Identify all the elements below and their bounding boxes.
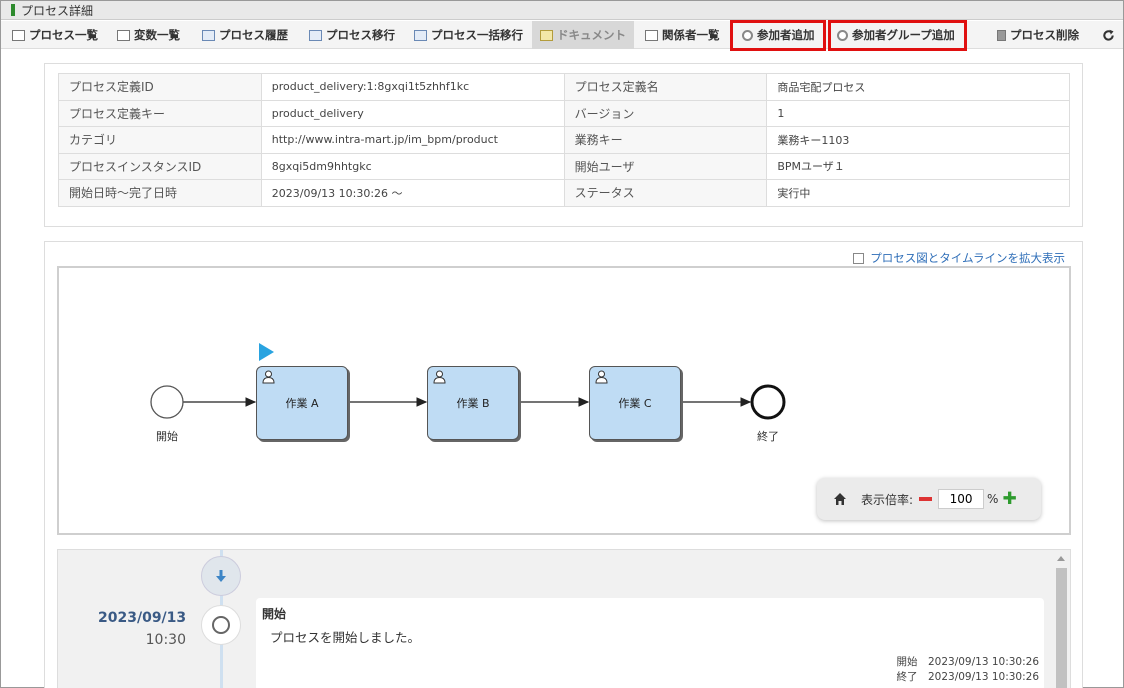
timeline-scroll-down-button[interactable] — [201, 556, 241, 596]
info-row: カテゴリ http://www.intra-mart.jp/im_bpm/prod… — [58, 126, 1070, 154]
variables-list-label: 変数一覧 — [134, 28, 180, 42]
expand-link-label: プロセス図とタイムラインを拡大表示 — [870, 251, 1065, 265]
timeline-entry-message: プロセスを開始しました。 — [270, 630, 421, 645]
home-icon[interactable] — [833, 492, 847, 506]
list-icon — [12, 29, 25, 41]
task-c[interactable]: 作業 C — [589, 366, 681, 440]
info-value: 8gxqi5dm9hhtgkc — [260, 152, 565, 180]
info-row: プロセス定義ID product_delivery:1:8gxqi1t5zhhf1… — [58, 73, 1070, 101]
zoom-control: 表示倍率: % ✚ — [817, 478, 1041, 520]
process-info-table: プロセス定義ID product_delivery:1:8gxqi1t5zhhf1… — [58, 73, 1070, 207]
info-value: product_delivery:1:8gxqi1t5zhhf1kc — [260, 73, 565, 101]
delete-process-button[interactable]: プロセス削除 — [997, 23, 1079, 47]
process-history-button[interactable]: プロセス履歴 — [202, 23, 288, 47]
document-icon — [540, 29, 553, 41]
highlight-add-participant — [730, 20, 826, 51]
process-list-label: プロセス一覧 — [29, 28, 98, 42]
info-value: 業務キー1103 — [766, 126, 1070, 154]
zoom-in-icon[interactable]: ✚ — [1002, 490, 1016, 508]
info-value: product_delivery — [260, 99, 565, 127]
task-a-label: 作業 A — [285, 397, 319, 410]
variables-list-button[interactable]: 変数一覧 — [117, 23, 180, 47]
info-key: プロセス定義ID — [58, 73, 262, 101]
document-label: ドキュメント — [557, 28, 626, 42]
process-timeline[interactable]: 2023/09/13 10:30 開始 プロセスを開始しました。 開始 2023… — [57, 549, 1071, 688]
migrate-icon — [309, 29, 322, 41]
timeline-entry-card: 開始 プロセスを開始しました。 開始 2023/09/13 10:30:26 終… — [256, 598, 1044, 688]
user-task-icon — [262, 370, 275, 384]
highlight-add-participant-group — [828, 20, 967, 51]
info-value: 1 — [766, 99, 1070, 127]
task-a[interactable]: 作業 A — [256, 366, 348, 440]
process-diagram-canvas[interactable]: 開始 終了 作業 A 作業 B 作業 C 表示倍率: 100 % ✚ — [57, 266, 1071, 535]
process-list-button[interactable]: プロセス一覧 — [12, 23, 98, 47]
list-icon — [645, 29, 658, 41]
zoom-unit: % — [987, 492, 999, 506]
list-icon — [117, 29, 130, 41]
timeline-entry-title: 開始 — [262, 607, 287, 621]
timeline-entry-end: 終了 2023/09/13 10:30:26 — [896, 671, 1039, 683]
end-event-label: 終了 — [757, 430, 779, 443]
info-key: 開始ユーザ — [563, 152, 768, 180]
info-value: http://www.intra-mart.jp/im_bpm/product — [260, 126, 565, 154]
scrollbar-thumb[interactable] — [1056, 568, 1067, 688]
info-key: カテゴリ — [58, 126, 262, 154]
document-button[interactable]: ドキュメント — [532, 21, 634, 49]
stakeholders-list-label: 関係者一覧 — [662, 28, 720, 42]
info-value: 2023/09/13 10:30:26 ～ — [260, 179, 565, 207]
delete-process-label: プロセス削除 — [1010, 28, 1079, 42]
info-key: 業務キー — [563, 126, 768, 154]
task-b-label: 作業 B — [456, 397, 490, 410]
zoom-label: 表示倍率: — [861, 492, 914, 507]
expand-icon — [853, 252, 865, 264]
process-bulk-migrate-button[interactable]: プロセス一括移行 — [414, 23, 523, 47]
info-value: 実行中 — [766, 179, 1070, 207]
user-task-icon — [595, 370, 608, 384]
process-migrate-button[interactable]: プロセス移行 — [309, 23, 395, 47]
trash-icon — [997, 29, 1006, 41]
timeline-start-node — [201, 605, 241, 645]
info-key: 開始日時～完了日時 — [58, 179, 262, 207]
end-event[interactable] — [750, 384, 786, 420]
stakeholders-list-button[interactable]: 関係者一覧 — [645, 23, 720, 47]
task-c-label: 作業 C — [618, 397, 652, 410]
info-key: プロセス定義名 — [563, 73, 768, 101]
info-key: プロセスインスタンスID — [58, 152, 262, 180]
window-titlebar: プロセス詳細 — [1, 1, 1123, 20]
process-info-panel: プロセス定義ID product_delivery:1:8gxqi1t5zhhf1… — [44, 63, 1083, 227]
info-value: BPMユーザ１ — [766, 152, 1070, 180]
user-task-icon — [433, 370, 446, 384]
arrow-down-icon — [216, 570, 226, 582]
zoom-out-icon[interactable] — [919, 497, 933, 501]
zoom-input[interactable] — [938, 489, 985, 509]
timeline-entry-start: 開始 2023/09/13 10:30:26 — [896, 656, 1039, 668]
info-key: バージョン — [563, 99, 768, 127]
start-event-icon — [212, 616, 230, 634]
task-b[interactable]: 作業 B — [427, 366, 519, 440]
window-title: プロセス詳細 — [21, 3, 94, 18]
app-icon — [11, 4, 15, 16]
info-key: ステータス — [563, 179, 768, 207]
bulk-migrate-icon — [414, 29, 427, 41]
info-key: プロセス定義キー — [58, 99, 262, 127]
process-bulk-migrate-label: プロセス一括移行 — [431, 28, 523, 42]
timeline-scrollbar[interactable] — [1055, 550, 1068, 688]
info-row: プロセス定義キー product_delivery バージョン 1 — [58, 99, 1070, 127]
scroll-up-icon[interactable] — [1057, 556, 1065, 561]
current-position-marker — [259, 343, 274, 361]
process-diagram-panel: プロセス図とタイムラインを拡大表示 開始 終了 作業 A 作業 B 作業 C 表… — [44, 241, 1083, 688]
start-event[interactable] — [150, 385, 184, 419]
history-icon — [202, 29, 215, 41]
info-value: 商品宅配プロセス — [766, 73, 1070, 101]
process-migrate-label: プロセス移行 — [326, 28, 395, 42]
start-event-label: 開始 — [156, 430, 178, 443]
info-row: プロセスインスタンスID 8gxqi5dm9hhtgkc 開始ユーザ BPMユーザ１ — [58, 152, 1070, 180]
refresh-icon — [1103, 29, 1114, 41]
info-row: 開始日時～完了日時 2023/09/13 10:30:26 ～ステータス 実行中 — [58, 179, 1070, 207]
refresh-button[interactable] — [1102, 23, 1115, 47]
process-history-label: プロセス履歴 — [219, 28, 288, 42]
expand-diagram-link[interactable]: プロセス図とタイムラインを拡大表示 — [853, 250, 1065, 266]
timeline-time: 10:30 — [145, 632, 186, 648]
timeline-date: 2023/09/13 — [98, 610, 187, 626]
